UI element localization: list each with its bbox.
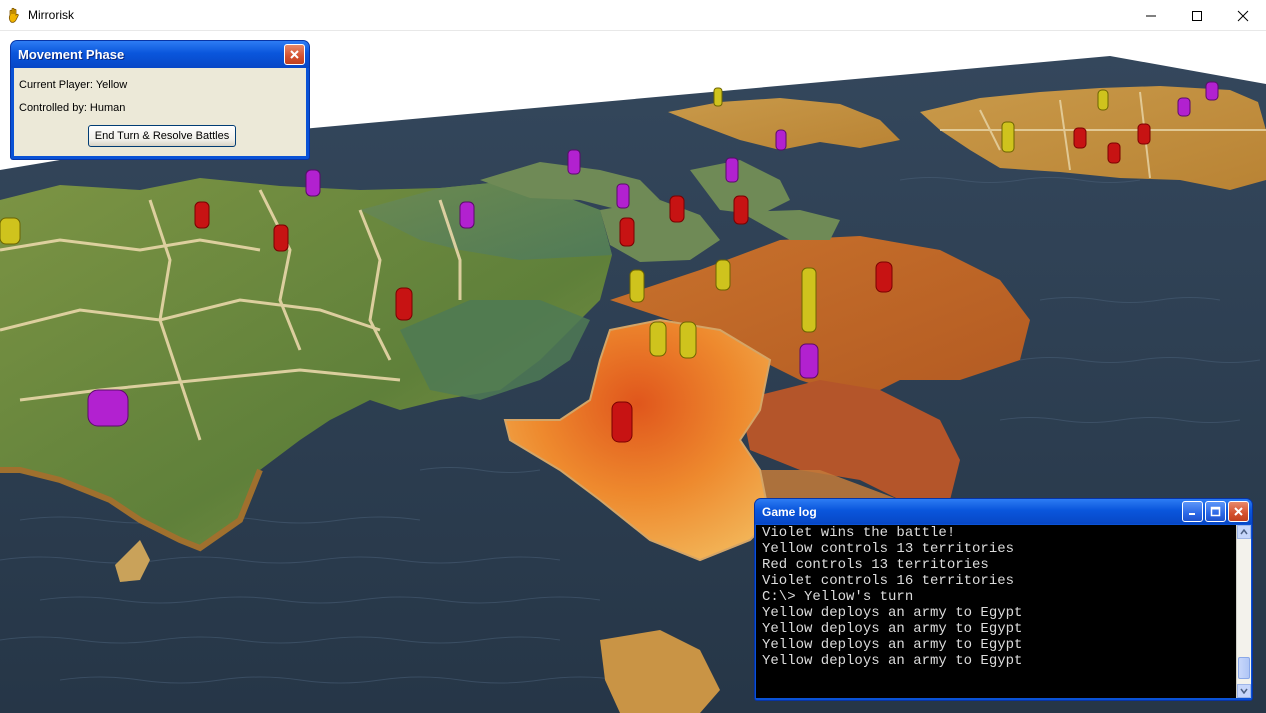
- maximize-button[interactable]: [1174, 0, 1220, 31]
- log-line: Violet wins the battle!: [762, 525, 956, 541]
- chevron-down-icon: [1240, 688, 1248, 694]
- current-player-label: Current Player: Yellow: [19, 79, 128, 91]
- minimize-icon: [1189, 513, 1195, 515]
- log-line: Yellow deploys an army to Egypt: [762, 621, 1023, 637]
- maximize-icon: [1210, 506, 1221, 517]
- game-log-scrollbar[interactable]: [1236, 525, 1251, 698]
- log-line: C:\> Yellow's turn: [762, 589, 914, 605]
- game-log-close-button[interactable]: [1228, 501, 1249, 522]
- window-titlebar: Mirrorisk: [0, 0, 1266, 31]
- chevron-up-icon: [1240, 529, 1248, 535]
- window-title: Mirrorisk: [28, 8, 74, 22]
- game-log-titlebar: Game log: [755, 499, 1252, 524]
- close-icon: [1237, 10, 1249, 21]
- log-line: Red controls 13 territories: [762, 557, 989, 573]
- movement-phase-panel: Movement Phase Current Player: Yellow Co…: [11, 41, 309, 159]
- log-line: Violet controls 16 territories: [762, 573, 1015, 589]
- game-log-title: Game log: [762, 504, 817, 519]
- close-icon: [1234, 507, 1243, 516]
- end-turn-button[interactable]: End Turn & Resolve Battles: [88, 125, 236, 147]
- game-log-window: Game log Violet wins the battle! Yellow …: [755, 499, 1252, 700]
- movement-phase-title: Movement Phase: [18, 47, 125, 62]
- game-log-console[interactable]: Violet wins the battle! Yellow controls …: [756, 525, 1237, 698]
- scroll-up-button[interactable]: [1237, 525, 1251, 539]
- close-button[interactable]: [1220, 0, 1266, 31]
- scroll-thumb[interactable]: [1238, 657, 1250, 679]
- movement-phase-body: Current Player: Yellow Controlled by: Hu…: [14, 68, 306, 156]
- maximize-icon: [1192, 10, 1202, 21]
- close-icon: [290, 50, 299, 59]
- game-log-minimize-button[interactable]: [1182, 501, 1203, 522]
- log-line: Yellow deploys an army to Egypt: [762, 637, 1023, 653]
- minimize-icon: [1146, 15, 1156, 16]
- log-line: Yellow deploys an army to Egypt: [762, 605, 1023, 621]
- controlled-by-label: Controlled by: Human: [19, 102, 126, 114]
- mirrorisk-hand-icon: [8, 7, 19, 23]
- log-line: Yellow deploys an army to Egypt: [762, 653, 1023, 669]
- movement-phase-close-button[interactable]: [284, 44, 305, 65]
- minimize-button[interactable]: [1128, 0, 1174, 31]
- movement-phase-titlebar: Movement Phase: [11, 41, 309, 68]
- log-line: Yellow controls 13 territories: [762, 541, 1015, 557]
- scroll-down-button[interactable]: [1237, 684, 1251, 698]
- game-log-maximize-button[interactable]: [1205, 501, 1226, 522]
